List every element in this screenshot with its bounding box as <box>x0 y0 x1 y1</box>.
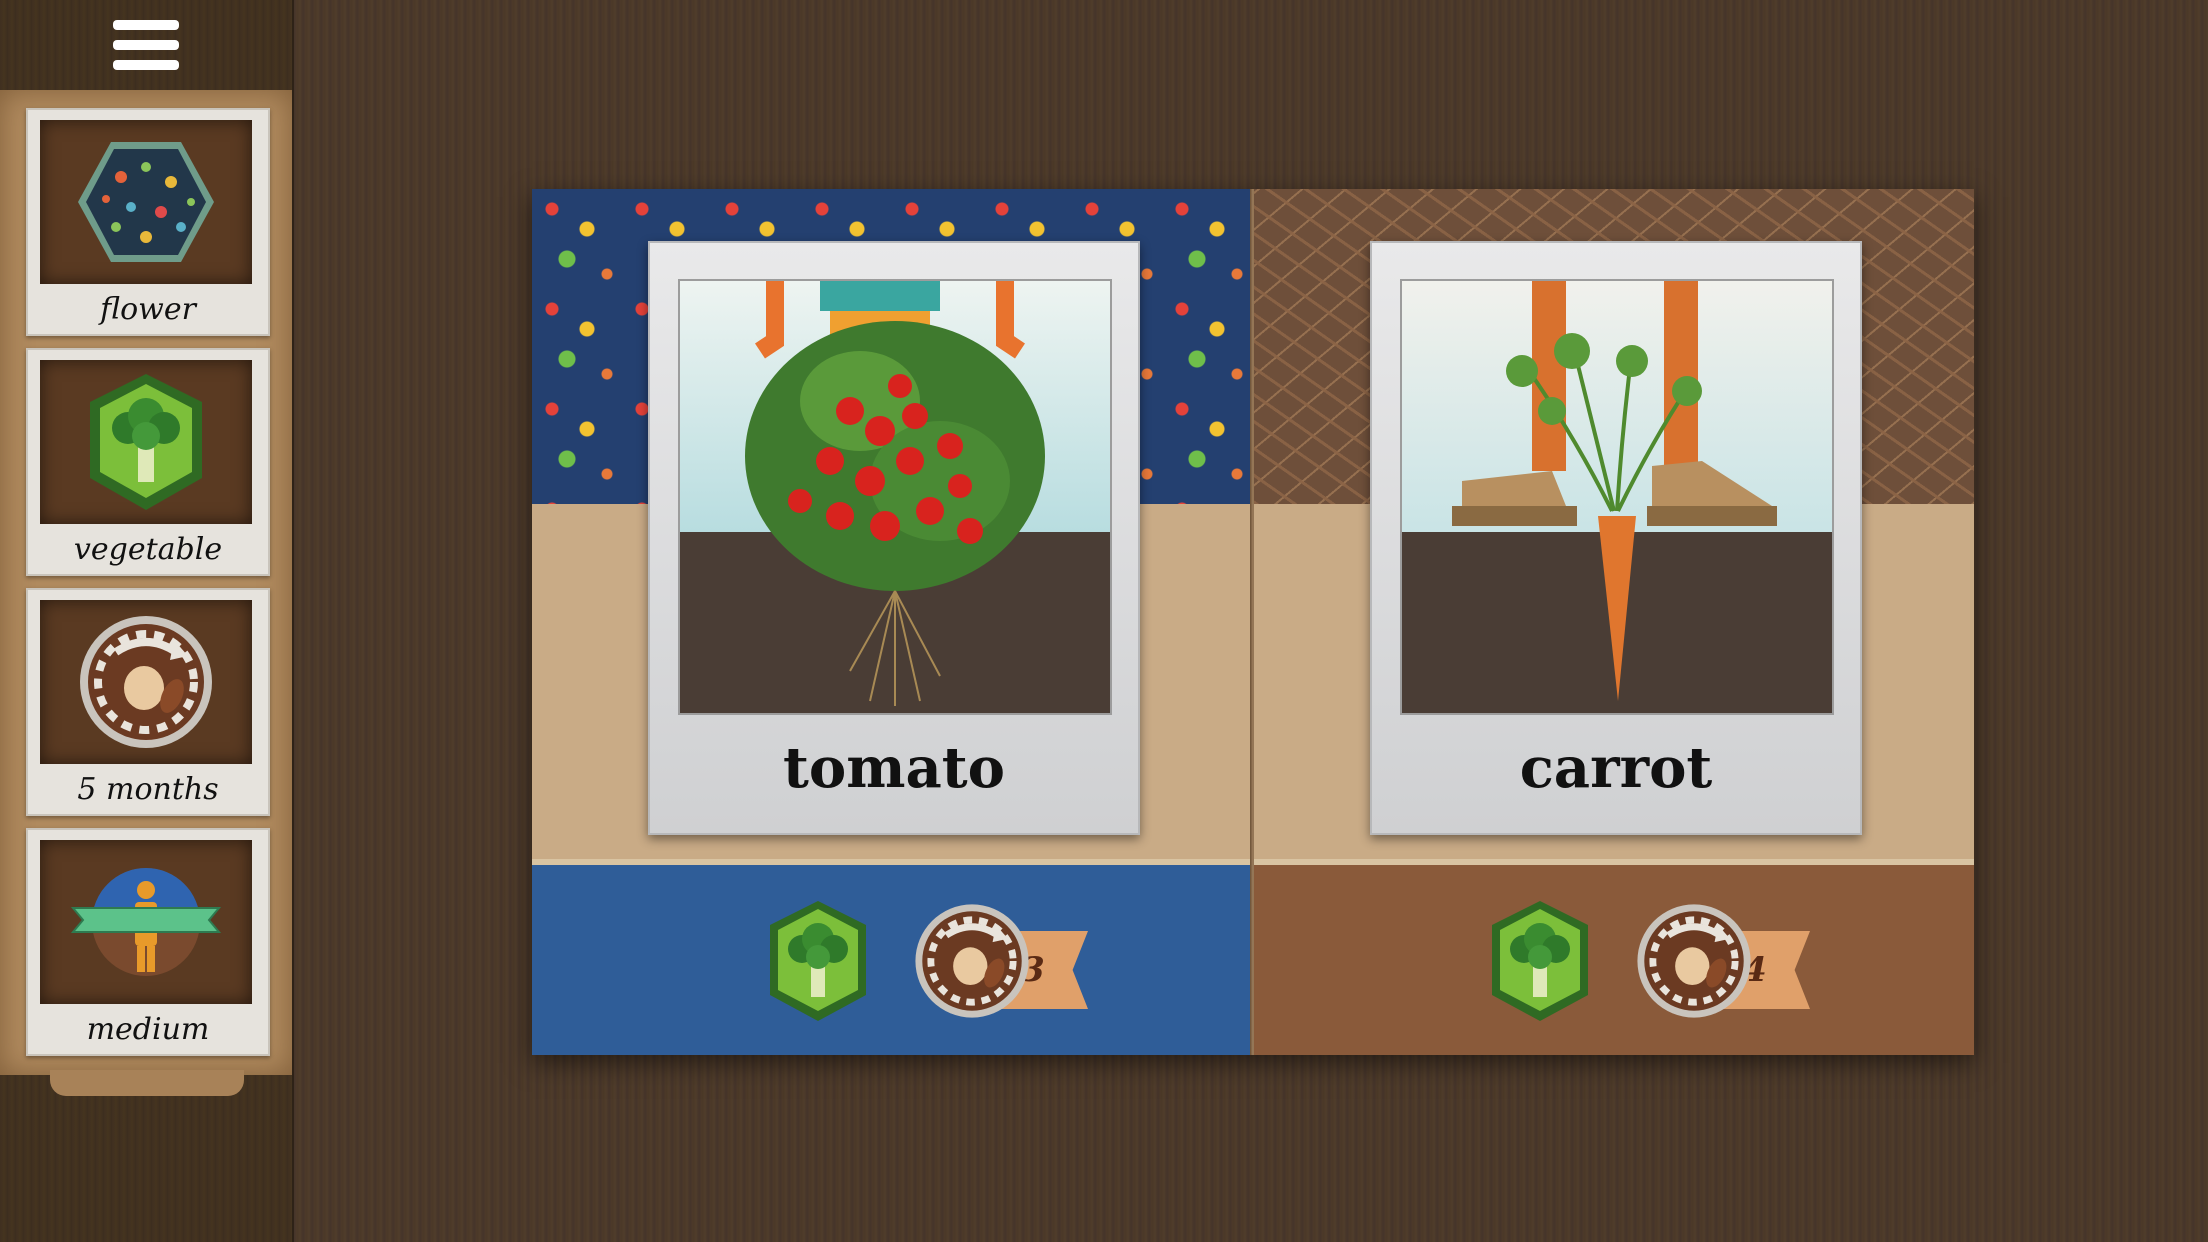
filter-tile-vegetable[interactable]: vegetable <box>26 348 270 576</box>
tile-label: 5 months <box>77 772 219 807</box>
card-title: tomato <box>783 735 1005 801</box>
tray-tab <box>50 1070 244 1096</box>
hamburger-menu-button[interactable] <box>86 0 206 90</box>
page-footer-band <box>532 859 1252 1055</box>
plant-card-tomato[interactable]: tomato <box>648 241 1140 835</box>
tomato-photo <box>678 279 1112 715</box>
sidebar: flower vegetable 5 months medium <box>0 0 294 1242</box>
carrot-plant-illustration <box>1452 281 1777 701</box>
tile-label: medium <box>86 1012 210 1047</box>
seed-cycle-icon <box>915 904 1029 1018</box>
carrot-photo <box>1400 279 1834 715</box>
tile-frame <box>40 360 252 524</box>
broccoli-icon <box>770 901 866 1021</box>
tile-label: vegetable <box>73 532 223 567</box>
tile-label: flower <box>100 292 196 327</box>
card-book: tomato 3 carrot 4 <box>532 189 1974 1055</box>
broccoli-icon <box>1492 901 1588 1021</box>
card-title: carrot <box>1519 735 1713 801</box>
person-size-icon <box>71 868 221 976</box>
seed-cycle-icon <box>80 616 212 748</box>
filter-tile-size[interactable]: medium <box>26 828 270 1056</box>
page-tomato: tomato 3 <box>532 189 1252 1055</box>
menu-bar-icon <box>113 40 179 50</box>
seed-cycle-icon <box>1637 904 1751 1018</box>
growth-cycle-badge[interactable] <box>1634 901 1754 1021</box>
broccoli-icon <box>90 374 202 510</box>
vegetable-category-badge[interactable] <box>1488 899 1592 1023</box>
filter-tile-months[interactable]: 5 months <box>26 588 270 816</box>
menu-bar-icon <box>113 20 179 30</box>
growth-cycle-badge[interactable] <box>912 901 1032 1021</box>
vegetable-category-badge[interactable] <box>766 899 870 1023</box>
menu-bar-icon <box>113 60 179 70</box>
patterned-hexagon-icon <box>78 142 214 262</box>
plant-card-carrot[interactable]: carrot <box>1370 241 1862 835</box>
tomato-plant-illustration <box>745 281 1045 706</box>
filter-tile-flower[interactable]: flower <box>26 108 270 336</box>
page-footer-band <box>1254 859 1974 1055</box>
tile-frame <box>40 840 252 1004</box>
page-carrot: carrot 4 <box>1254 189 1974 1055</box>
tile-frame <box>40 600 252 764</box>
tile-frame <box>40 120 252 284</box>
